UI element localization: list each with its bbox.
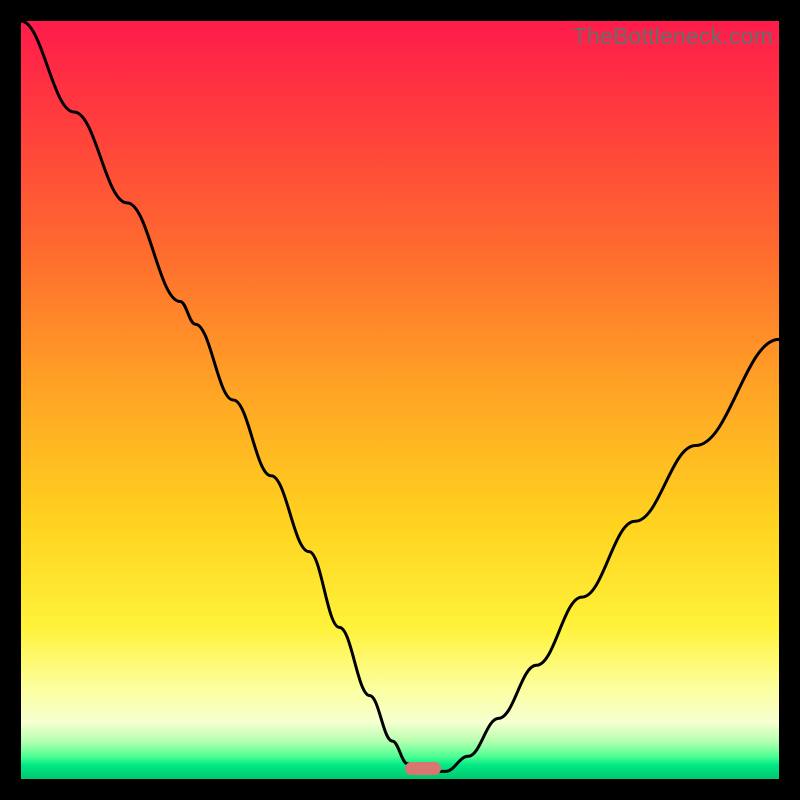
chart-container: TheBottleneck.com [0, 0, 800, 800]
plot-area: TheBottleneck.com [21, 21, 779, 779]
curve-path [21, 21, 779, 771]
bottleneck-curve [21, 21, 779, 779]
optimal-point-marker [405, 762, 441, 775]
